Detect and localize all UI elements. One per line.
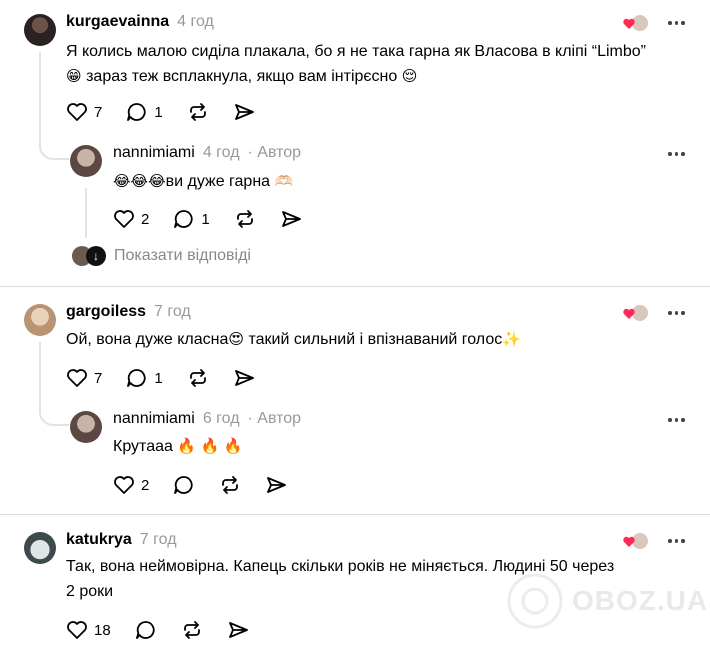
share-icon (281, 211, 301, 227)
share-icon (228, 622, 248, 638)
laughing-emoji: 😂 (130, 173, 149, 190)
laughing-emoji: 😂 (113, 173, 131, 190)
repost-icon (183, 621, 200, 639)
repost-icon (189, 369, 206, 387)
fire-emoji: 🔥 (200, 438, 220, 455)
timestamp[interactable]: 4 год (203, 144, 240, 162)
fire-emoji: 🔥 (177, 438, 197, 455)
avatar[interactable] (70, 145, 102, 177)
comment-icon (174, 210, 193, 228)
more-options-button[interactable] (668, 152, 685, 156)
avatar[interactable] (24, 532, 56, 564)
like-button[interactable]: 18 (66, 620, 111, 640)
comment-icon (174, 476, 193, 494)
sparkles-emoji: ✨ (502, 331, 521, 348)
comment-icon (127, 369, 146, 387)
more-options-button[interactable] (668, 418, 685, 422)
comment-icon (135, 621, 155, 639)
laughing-emoji: 😂 (148, 173, 166, 190)
heart-eyes-emoji: 😍 (228, 331, 245, 348)
repost-button[interactable] (181, 620, 203, 640)
like-button[interactable]: 7 (66, 102, 102, 122)
show-replies-button[interactable]: ↓ Показати відповіді (72, 246, 251, 266)
reply-button[interactable]: 1 (126, 102, 163, 122)
username[interactable]: nannimiami (113, 144, 195, 162)
repost-icon (189, 103, 206, 121)
liked-by-author-indicator (622, 13, 650, 38)
share-icon (234, 104, 254, 120)
repost-button[interactable] (187, 102, 209, 122)
like-count: 7 (94, 103, 103, 121)
comment-icon (127, 103, 146, 121)
username[interactable]: katukrya (66, 531, 132, 549)
like-count: 18 (94, 621, 111, 639)
comment-text: 😂😂😂ви дуже гарна 🫶🏻 (113, 173, 294, 190)
more-options-button[interactable] (668, 539, 685, 543)
share-button[interactable] (233, 102, 255, 122)
liked-heart-icon (623, 533, 648, 549)
arrow-down-icon: ↓ (86, 246, 106, 266)
reply-count: 1 (154, 103, 163, 121)
heart-hands-emoji: 🫶🏻 (274, 173, 294, 190)
oboz-logo-icon (507, 573, 563, 629)
comment-text: Крутааа 🔥 🔥 🔥 (113, 438, 243, 455)
like-button[interactable]: 7 (66, 368, 102, 388)
reply-button[interactable] (173, 475, 195, 495)
divider (0, 286, 710, 287)
reply-count: 1 (154, 369, 163, 387)
grimace-emoji: 😁 (66, 68, 82, 85)
avatar[interactable] (24, 304, 56, 336)
share-button[interactable] (227, 620, 249, 640)
like-button[interactable]: 2 (113, 475, 149, 495)
like-count: 2 (141, 476, 150, 494)
repost-icon (236, 210, 253, 228)
heart-icon (67, 103, 87, 121)
more-options-button[interactable] (668, 21, 685, 25)
fire-emoji: 🔥 (223, 438, 243, 455)
comment-text: Ой, вона дуже класна😍 такий сильний і вп… (66, 331, 521, 348)
reply-button[interactable] (135, 620, 157, 640)
liked-heart-icon (623, 305, 648, 321)
repost-button[interactable] (219, 475, 241, 495)
liked-by-author-indicator (622, 531, 650, 556)
like-count: 7 (94, 369, 103, 387)
share-icon (267, 477, 287, 493)
author-label: · Автор (247, 144, 302, 161)
timestamp[interactable]: 7 год (140, 531, 177, 549)
author-label: · Автор (247, 410, 302, 427)
liked-heart-icon (623, 15, 648, 31)
timestamp[interactable]: 6 год (203, 410, 240, 428)
reply-count: 1 (201, 210, 210, 228)
relieved-emoji: 😌 (401, 68, 418, 85)
timestamp[interactable]: 7 год (154, 303, 191, 321)
username[interactable]: gargoiless (66, 303, 146, 321)
repost-button[interactable] (234, 209, 256, 229)
divider (0, 514, 710, 515)
heart-icon (67, 369, 87, 387)
share-button[interactable] (265, 475, 287, 495)
like-count: 2 (141, 210, 150, 228)
repost-button[interactable] (187, 368, 209, 388)
like-button[interactable]: 2 (113, 209, 149, 229)
liked-by-author-indicator (622, 303, 650, 328)
more-options-button[interactable] (668, 311, 685, 315)
heart-icon (114, 476, 134, 494)
username[interactable]: nannimiami (113, 410, 195, 428)
timestamp[interactable]: 4 год (177, 13, 214, 31)
heart-icon (114, 210, 134, 228)
avatar[interactable] (24, 14, 56, 46)
heart-icon (67, 621, 87, 639)
share-icon (234, 370, 254, 386)
repost-icon (222, 476, 239, 494)
reply-button[interactable]: 1 (173, 209, 210, 229)
watermark: OBOZ.UA (506, 572, 708, 630)
reply-button[interactable]: 1 (126, 368, 163, 388)
username[interactable]: kurgaevainna (66, 13, 169, 31)
avatar[interactable] (70, 411, 102, 443)
share-button[interactable] (280, 209, 302, 229)
share-button[interactable] (233, 368, 255, 388)
comment-text: Я колись малою сиділа плакала, бо я не т… (66, 43, 646, 85)
